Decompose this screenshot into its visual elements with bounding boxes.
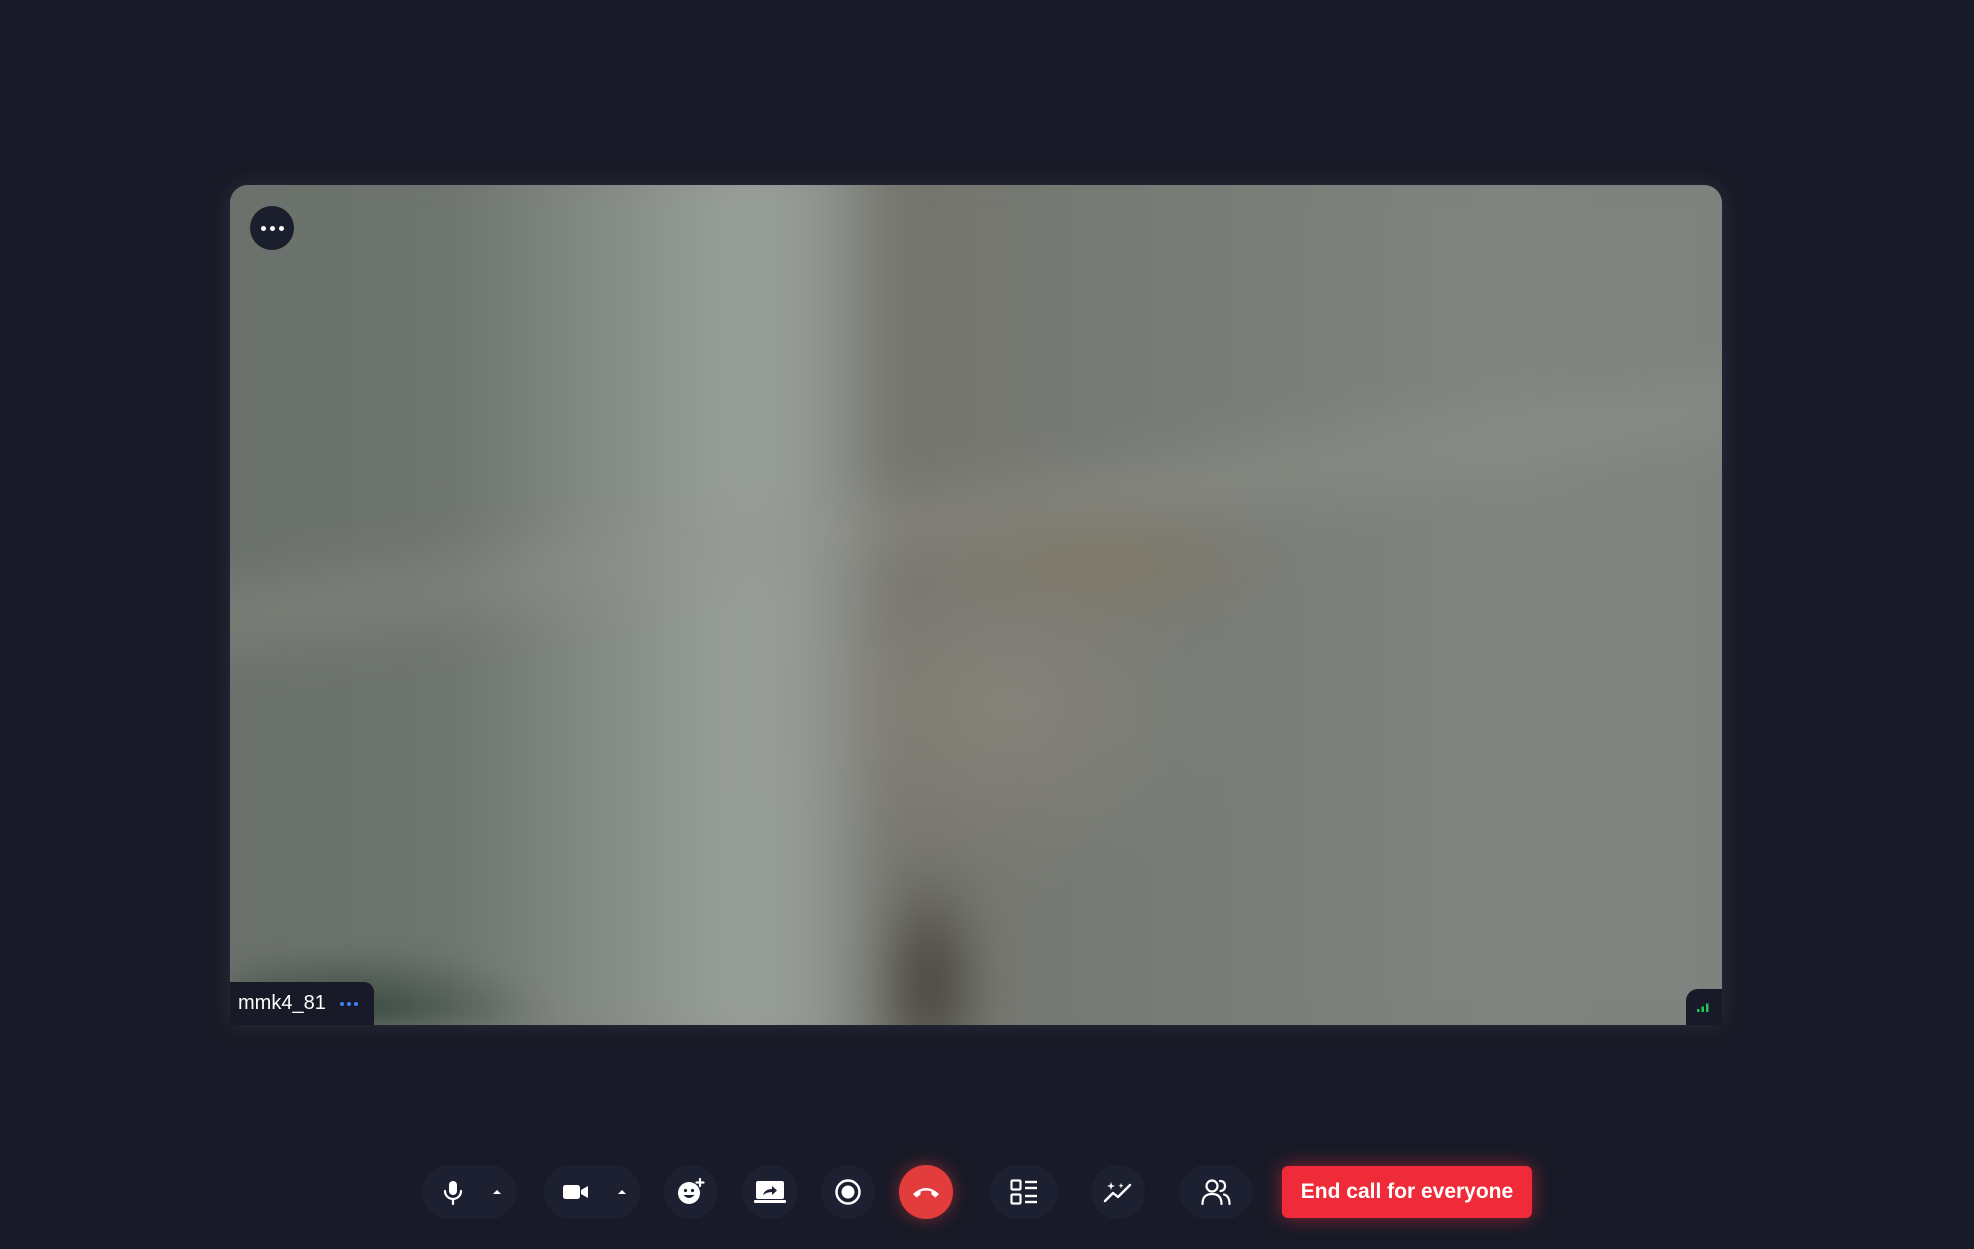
signal-bars-icon	[1697, 1003, 1709, 1012]
microphone-control	[422, 1165, 516, 1219]
screen-share-icon	[754, 1181, 786, 1203]
emoji-add-icon	[678, 1177, 705, 1204]
leave-call-button[interactable]	[899, 1165, 953, 1219]
tile-menu-button[interactable]	[250, 206, 294, 250]
reactions-button[interactable]	[664, 1165, 718, 1219]
participants-button[interactable]	[1180, 1165, 1252, 1219]
call-controls-toolbar: End call for everyone	[0, 1163, 1974, 1221]
call-stage: mmk4_81 End call for everyone	[0, 0, 1974, 1249]
record-icon	[835, 1179, 861, 1205]
layout-button[interactable]	[990, 1165, 1058, 1219]
more-dot	[353, 1001, 358, 1006]
effects-button[interactable]	[1091, 1165, 1145, 1219]
phone-hangup-icon	[913, 1188, 939, 1198]
microphone-icon	[443, 1181, 463, 1205]
sparkle-chart-icon	[1103, 1182, 1132, 1203]
participant-video-tile[interactable]: mmk4_81	[230, 185, 1722, 1025]
video-feed	[230, 185, 1722, 1025]
microphone-options-button[interactable]	[478, 1165, 516, 1219]
layout-list-icon	[1010, 1179, 1037, 1205]
camera-control	[544, 1165, 640, 1219]
more-horizontal-icon	[260, 225, 266, 231]
more-dot	[278, 225, 284, 231]
more-dot	[346, 1001, 351, 1006]
more-horizontal-icon	[339, 1001, 344, 1006]
video-camera-icon	[563, 1185, 588, 1199]
microphone-toggle-button[interactable]	[422, 1165, 478, 1219]
caret-up-icon	[493, 1190, 501, 1194]
screen-share-button[interactable]	[742, 1165, 798, 1219]
participant-options-button[interactable]	[338, 1000, 360, 1008]
end-call-for-everyone-button[interactable]: End call for everyone	[1282, 1166, 1532, 1218]
network-quality-indicator[interactable]	[1686, 989, 1722, 1025]
participant-name: mmk4_81	[238, 992, 326, 1014]
camera-toggle-button[interactable]	[544, 1165, 604, 1219]
caret-up-icon	[618, 1190, 626, 1194]
more-dot	[269, 225, 275, 231]
camera-options-button[interactable]	[604, 1165, 640, 1219]
people-icon	[1201, 1179, 1231, 1206]
record-button[interactable]	[821, 1165, 875, 1219]
participant-name-tag: mmk4_81	[230, 982, 374, 1025]
